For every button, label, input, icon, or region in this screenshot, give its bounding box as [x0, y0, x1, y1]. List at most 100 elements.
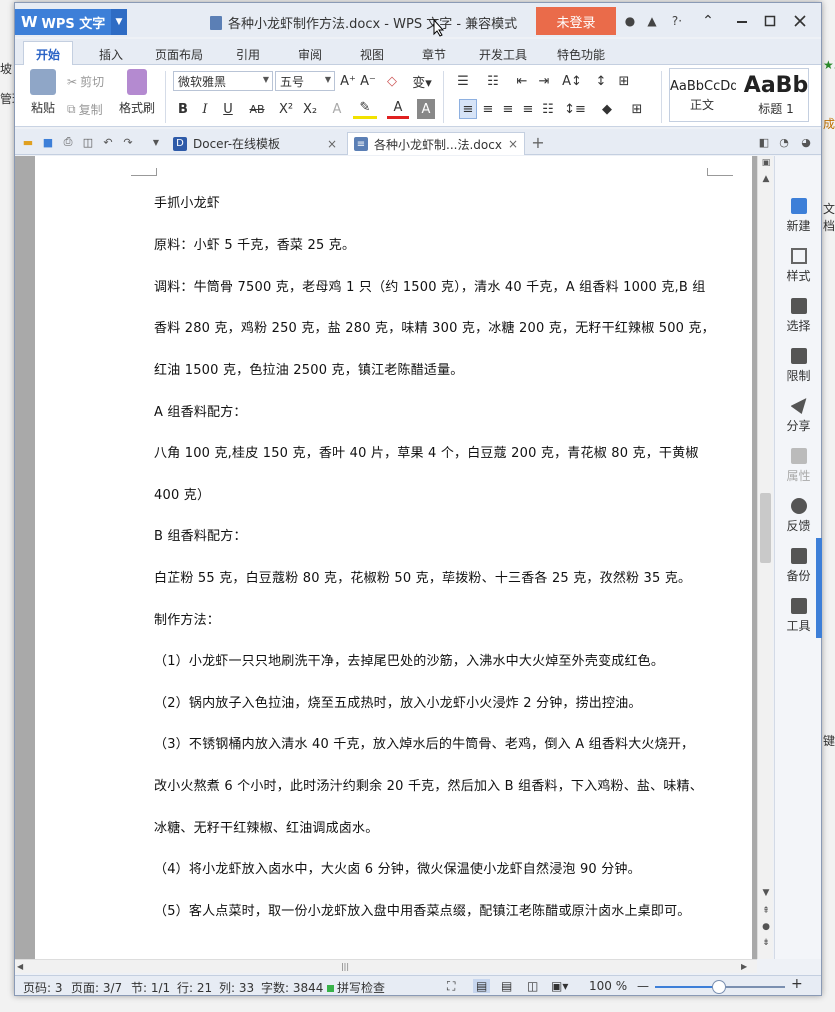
ruler-toggle-icon[interactable]: ▣: [758, 156, 774, 170]
scroll-left-icon[interactable]: ◀: [17, 962, 23, 971]
tab-developer[interactable]: 开发工具: [471, 43, 535, 65]
grow-font-icon[interactable]: A⁺: [339, 71, 357, 91]
copy-button[interactable]: ⧉ 复制: [67, 101, 103, 118]
help-icon[interactable]: ?·: [663, 11, 691, 31]
select-browse-object-icon[interactable]: ●: [758, 920, 774, 934]
numbered-list-icon[interactable]: ☷: [481, 71, 505, 91]
next-page-icon[interactable]: ⇟: [758, 936, 774, 950]
save-icon[interactable]: ■: [41, 135, 55, 149]
print-preview-icon[interactable]: ◫: [81, 135, 95, 149]
paragraph-sort-icon[interactable]: ↕: [591, 71, 611, 91]
tab-special-features[interactable]: 特色功能: [549, 43, 613, 65]
tab-references[interactable]: 引用: [225, 43, 271, 65]
scroll-down-icon[interactable]: ▼: [758, 886, 774, 900]
maximize-button[interactable]: [757, 11, 783, 31]
task-feedback[interactable]: 反馈: [775, 498, 822, 534]
style-heading-1[interactable]: AaBb 标题 1: [736, 69, 808, 121]
close-button[interactable]: [787, 11, 813, 31]
pinyin-icon[interactable]: 变▾: [409, 71, 435, 91]
sidebar-toggle-icon[interactable]: ◧: [757, 135, 771, 149]
undo-icon[interactable]: ↶: [101, 135, 115, 149]
justify-icon[interactable]: ≡: [519, 99, 537, 119]
align-right-icon[interactable]: ≡: [499, 99, 517, 119]
paste-button[interactable]: 粘贴: [23, 69, 63, 116]
bold-button[interactable]: B: [175, 99, 191, 119]
outline-view-icon[interactable]: ▤: [501, 979, 512, 993]
highlight-icon[interactable]: ✎: [353, 99, 377, 119]
strikethrough-button[interactable]: AB: [245, 99, 269, 119]
horizontal-scrollbar[interactable]: ◀ ||| ▶: [15, 959, 757, 973]
status-page-count[interactable]: 页面: 3/7: [71, 979, 122, 996]
redo-icon[interactable]: ↷: [121, 135, 135, 149]
login-button[interactable]: 未登录: [536, 7, 616, 35]
zoom-out-icon[interactable]: —: [637, 979, 649, 993]
reading-mode-icon[interactable]: ▣▾: [551, 979, 568, 993]
underline-button[interactable]: U: [217, 99, 239, 119]
options-icon[interactable]: ◕: [799, 135, 813, 149]
task-new[interactable]: 新建: [775, 198, 822, 234]
tab-insert[interactable]: 插入: [87, 43, 135, 65]
line-spacing-icon[interactable]: ↕≡: [563, 99, 587, 119]
task-select[interactable]: 选择: [775, 298, 822, 334]
tab-view[interactable]: 视图: [349, 43, 395, 65]
task-style[interactable]: 样式: [775, 248, 822, 284]
spell-check-button[interactable]: 拼写检查: [327, 979, 385, 996]
zoom-slider-handle[interactable]: [712, 980, 726, 994]
align-left-icon[interactable]: ≡: [459, 99, 477, 119]
bullet-list-icon[interactable]: ☰: [451, 71, 475, 91]
task-pane-collapse-handle[interactable]: [816, 538, 822, 638]
print-icon[interactable]: ⎙: [61, 135, 75, 149]
shading-icon[interactable]: ◆: [595, 99, 619, 119]
scroll-thumb[interactable]: |||: [335, 963, 355, 971]
border-icon[interactable]: ⊞: [625, 99, 649, 119]
shirt-icon[interactable]: ▲: [641, 11, 663, 31]
scroll-thumb[interactable]: [760, 493, 771, 563]
task-share[interactable]: 分享: [775, 398, 822, 434]
page-view-icon[interactable]: ▤: [473, 979, 491, 993]
tab-section[interactable]: 章节: [411, 43, 457, 65]
chevron-down-icon[interactable]: ▼: [149, 135, 163, 149]
task-restrict[interactable]: 限制: [775, 348, 822, 384]
task-tools[interactable]: 工具: [775, 598, 822, 634]
clear-format-icon[interactable]: ◇: [383, 71, 401, 91]
task-properties[interactable]: 属性: [775, 448, 822, 484]
close-icon[interactable]: ×: [508, 137, 518, 151]
status-word-count[interactable]: 字数: 3844: [261, 979, 323, 996]
subscript-button[interactable]: X₂: [299, 99, 321, 119]
tab-page-layout[interactable]: 页面布局: [147, 43, 211, 65]
new-tab-button[interactable]: +: [531, 133, 545, 152]
font-size-select[interactable]: 五号 ▼: [275, 71, 335, 91]
change-case-icon[interactable]: A↕: [561, 71, 583, 91]
task-backup[interactable]: 备份: [775, 548, 822, 584]
collapse-ribbon-icon[interactable]: ⌃: [695, 11, 721, 31]
font-color-icon[interactable]: A: [387, 99, 409, 119]
zoom-level[interactable]: 100 %: [589, 979, 627, 993]
vertical-scrollbar[interactable]: ▣ ▲ ▼ ⇞ ● ⇟: [757, 156, 773, 959]
document-page[interactable]: 手抓小龙虾 原料：小虾 5 千克，香菜 25 克。 调料：牛筒骨 7500 克，…: [35, 156, 752, 959]
tab-docer-templates[interactable]: D Docer-在线模板 ×: [167, 132, 343, 155]
italic-button[interactable]: I: [197, 99, 213, 119]
decrease-indent-icon[interactable]: ⇤: [513, 71, 531, 91]
shrink-font-icon[interactable]: A⁻: [359, 71, 377, 91]
cut-button[interactable]: ✂ 剪切: [67, 73, 104, 90]
tab-review[interactable]: 审阅: [287, 43, 333, 65]
wps-app-menu-button[interactable]: W WPS 文字 ▼: [15, 9, 127, 35]
previous-page-icon[interactable]: ⇞: [758, 904, 774, 918]
format-painter-button[interactable]: 格式刷: [117, 69, 157, 116]
style-normal[interactable]: AaBbCcDd 正文: [670, 69, 739, 121]
distribute-icon[interactable]: ☷: [539, 99, 557, 119]
web-view-icon[interactable]: ◫: [527, 979, 538, 993]
share-doc-icon[interactable]: ◔: [777, 135, 791, 149]
text-effect-icon[interactable]: A: [327, 99, 347, 119]
tab-current-document[interactable]: ≡ 各种小龙虾制...法.docx ×: [347, 132, 525, 155]
open-folder-icon[interactable]: ▬: [21, 135, 35, 149]
superscript-button[interactable]: X²: [275, 99, 297, 119]
scroll-up-icon[interactable]: ▲: [758, 172, 774, 186]
skin-icon[interactable]: ●: [619, 11, 641, 31]
align-center-icon[interactable]: ≡: [479, 99, 497, 119]
zoom-in-icon[interactable]: +: [791, 976, 803, 992]
table-icon[interactable]: ⊞: [615, 71, 633, 91]
char-shading-icon[interactable]: A: [417, 99, 435, 119]
font-name-select[interactable]: 微软雅黑 ▼: [173, 71, 273, 91]
tab-home[interactable]: 开始: [23, 41, 73, 66]
